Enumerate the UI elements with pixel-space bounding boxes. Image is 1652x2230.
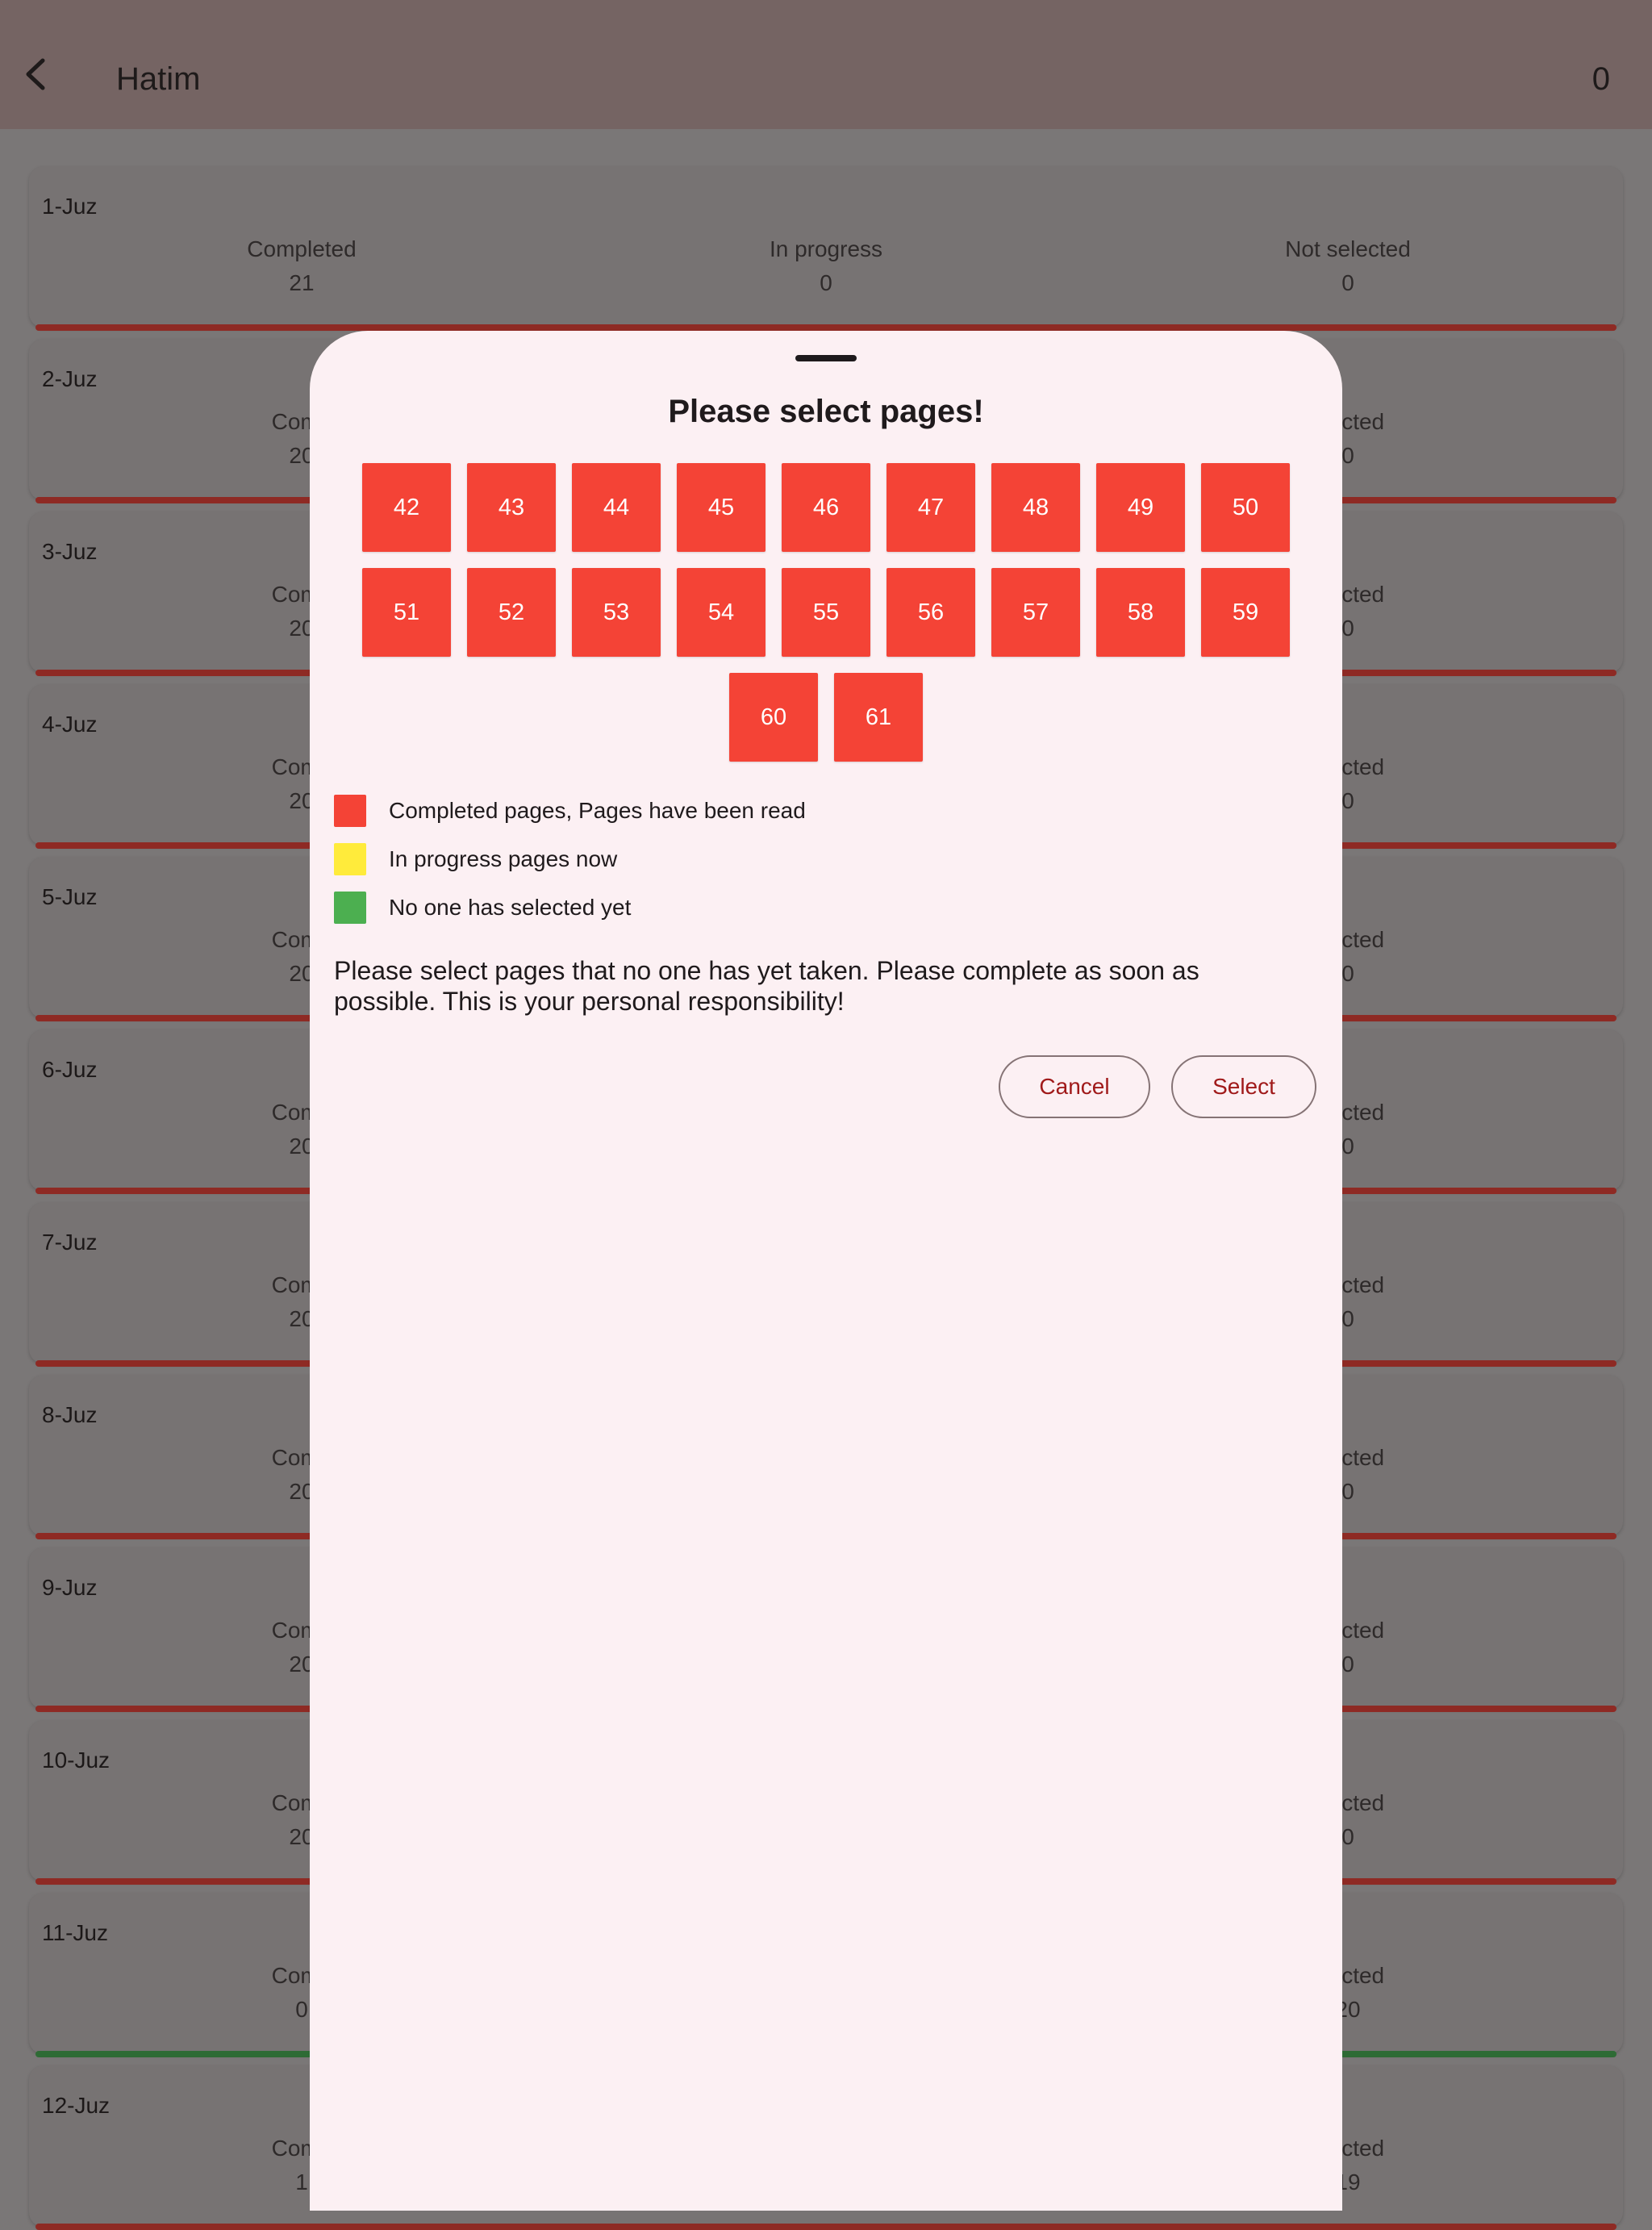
juz-name: 9-Juz (42, 1575, 98, 1600)
completed-stat-label: Completed (247, 236, 357, 261)
page-tile[interactable]: 49 (1096, 463, 1185, 552)
legend-item-completed: Completed pages, Pages have been read (334, 794, 806, 828)
page-tile[interactable]: 55 (782, 568, 870, 657)
juz-name: 8-Juz (42, 1402, 98, 1427)
juz-name: 7-Juz (42, 1230, 98, 1255)
juz-name: 5-Juz (42, 884, 98, 909)
juz-name: 12-Juz (42, 2093, 111, 2118)
page-select-sheet: Please select pages! 42 43 44 45 46 47 48 49 50 5… (310, 331, 1342, 2211)
completed-stat-value: 21 (289, 270, 315, 295)
page-tile[interactable]: 61 (834, 673, 923, 762)
selected-count: 0 (1592, 61, 1610, 97)
juz-name: 10-Juz (42, 1748, 111, 1773)
legend-item-in-progress: In progress pages now (334, 842, 806, 876)
legend: Completed pages, Pages have been read In … (334, 794, 806, 939)
page-tile[interactable]: 52 (467, 568, 556, 657)
page-tile[interactable]: 54 (677, 568, 766, 657)
completed-stat: Completed 21 (140, 232, 463, 300)
pages-grid: 42 43 44 45 46 47 48 49 50 51 52 53 54 55 56 57 58 59 60 61 (361, 463, 1291, 762)
chevron-left-icon (26, 58, 45, 90)
juz-name: 2-Juz (42, 366, 98, 391)
page-tile[interactable]: 46 (782, 463, 870, 552)
juz-card[interactable]: 1-Juz Completed 21 In progress 0 Not selected… (29, 166, 1623, 331)
not-selected-stat-label: Not selected (1285, 236, 1411, 261)
app-bar: Hatim 0 (0, 0, 1652, 129)
juz-name: 6-Juz (42, 1057, 98, 1082)
page-tile[interactable]: 51 (362, 568, 451, 657)
drag-handle[interactable] (795, 355, 857, 361)
legend-label: In progress pages now (389, 846, 618, 871)
page-tile[interactable]: 44 (572, 463, 661, 552)
back-button[interactable] (13, 52, 58, 97)
not-selected-stat: Not selected 0 (1187, 232, 1509, 300)
juz-name: 11-Juz (42, 1920, 108, 1945)
page-tile[interactable]: 42 (362, 463, 451, 552)
page-tile[interactable]: 45 (677, 463, 766, 552)
page-tile[interactable]: 43 (467, 463, 556, 552)
page-tile[interactable]: 58 (1096, 568, 1185, 657)
select-button[interactable]: Select (1171, 1055, 1316, 1118)
in-progress-stat-value: 0 (820, 270, 832, 295)
juz-name: 4-Juz (42, 712, 98, 737)
legend-swatch (334, 892, 366, 924)
legend-label: Completed pages, Pages have been read (389, 798, 806, 823)
page-tile[interactable]: 56 (886, 568, 975, 657)
juz-progress-bar (35, 324, 1617, 331)
in-progress-stat: In progress 0 (665, 232, 987, 300)
in-progress-stat-label: In progress (769, 236, 883, 261)
page-title: Hatim (116, 61, 201, 97)
page-tile[interactable]: 47 (886, 463, 975, 552)
cancel-button[interactable]: Cancel (999, 1055, 1150, 1118)
legend-swatch (334, 795, 366, 827)
page-tile[interactable]: 53 (572, 568, 661, 657)
not-selected-stat-value: 0 (1341, 270, 1354, 295)
page-tile[interactable]: 59 (1201, 568, 1290, 657)
notice-text: Please select pages that no one has yet … (334, 956, 1199, 1016)
legend-swatch (334, 843, 366, 875)
legend-item-not-selected: No one has selected yet (334, 891, 806, 925)
juz-progress-bar (35, 2224, 1617, 2230)
juz-name: 1-Juz (42, 194, 98, 219)
page-tile[interactable]: 48 (991, 463, 1080, 552)
sheet-title: Please select pages! (668, 394, 984, 429)
legend-label: No one has selected yet (389, 895, 632, 920)
page-tile[interactable]: 57 (991, 568, 1080, 657)
page-tile[interactable]: 60 (729, 673, 818, 762)
page-tile[interactable]: 50 (1201, 463, 1290, 552)
juz-name: 3-Juz (42, 539, 98, 564)
